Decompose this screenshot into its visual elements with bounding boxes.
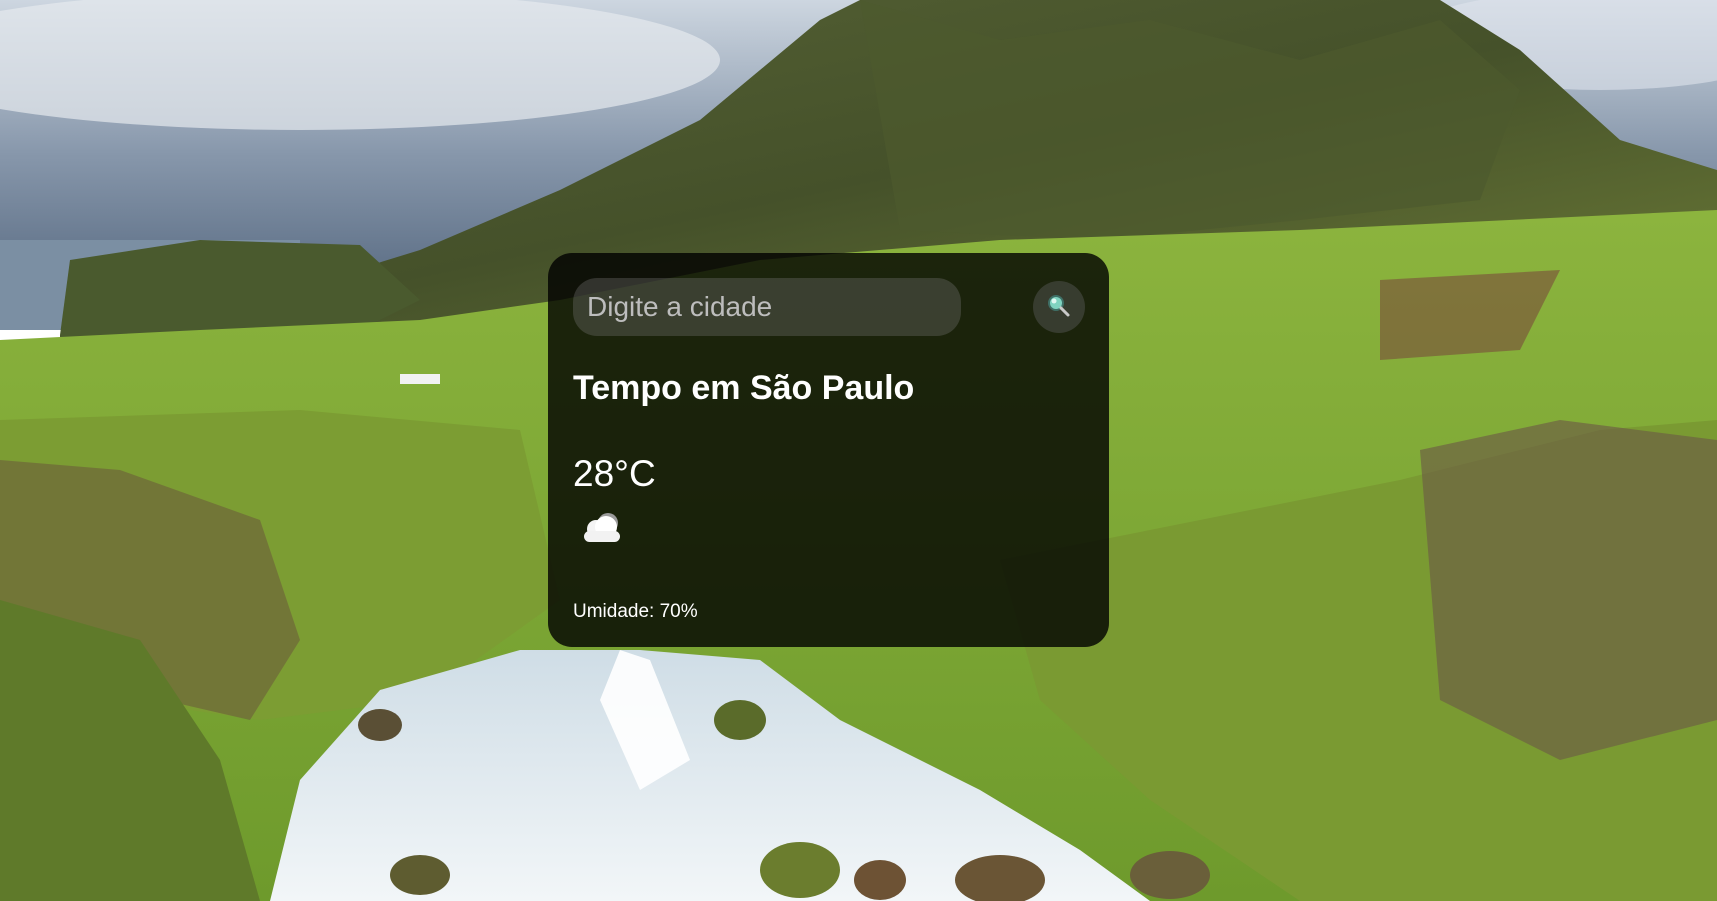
search-bar (573, 278, 1085, 336)
search-button[interactable] (1033, 281, 1085, 333)
temperature-value: 28°C (573, 453, 656, 494)
city-search-input[interactable] (573, 278, 961, 336)
humidity-text: Umidade: 70% (573, 601, 698, 622)
weather-title: Tempo em São Paulo (573, 369, 915, 407)
weather-card: Tempo em São Paulo 28°C Umidade: 70% (548, 253, 1109, 647)
cloud-icon (578, 509, 628, 550)
